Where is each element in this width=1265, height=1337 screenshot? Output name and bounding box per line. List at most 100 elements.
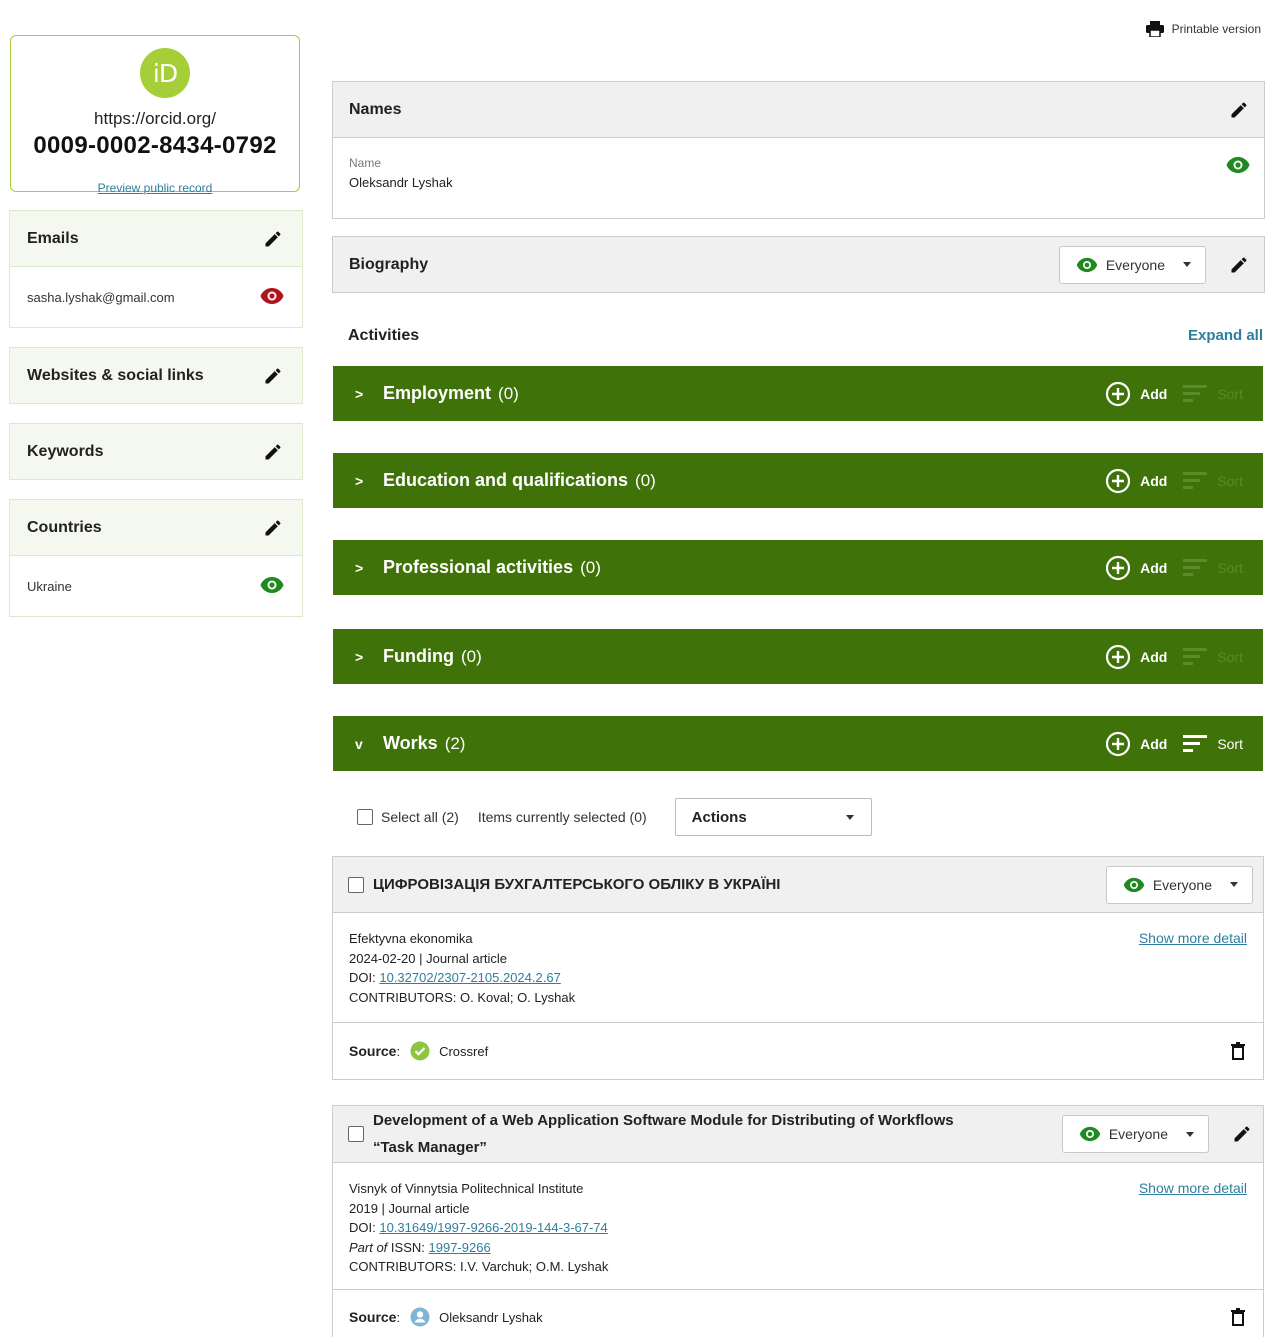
edit-work-pencil-icon[interactable] — [1231, 1123, 1253, 1145]
email-value: sasha.lyshak@gmail.com — [27, 289, 175, 305]
source-value: Oleksandr Lyshak — [439, 1309, 543, 1325]
actions-label: Actions — [691, 808, 747, 826]
sort-icon — [1183, 648, 1208, 665]
printable-version-link[interactable]: Printable version — [1145, 21, 1261, 37]
add-label: Add — [1140, 735, 1168, 752]
chevron-right-icon: > — [355, 648, 364, 665]
sort-label: Sort — [1217, 472, 1243, 489]
source-label: Source — [349, 1309, 397, 1325]
work-date-type: 2024-02-20 | Journal article — [349, 950, 508, 966]
sort-button[interactable]: Sort — [1183, 648, 1243, 665]
sort-label: Sort — [1217, 648, 1243, 665]
doi-link[interactable]: 10.31649/1997-9266-2019-144-3-67-74 — [379, 1220, 607, 1235]
visibility-everyone-eye-icon[interactable] — [1226, 156, 1250, 179]
items-selected-label: Items currently selected (0) — [477, 809, 647, 825]
verified-check-icon — [410, 1041, 430, 1061]
show-more-detail-link[interactable]: Show more detail — [1139, 1179, 1247, 1199]
visibility-everyone-eye-icon[interactable] — [260, 576, 284, 597]
work-select-checkbox[interactable] — [348, 1126, 364, 1142]
expand-all-link[interactable]: Expand all — [1188, 327, 1263, 344]
add-button[interactable]: Add — [1105, 381, 1167, 407]
sort-label: Sort — [1217, 735, 1243, 752]
plus-circle-icon — [1105, 381, 1131, 406]
doi-link[interactable]: 10.32702/2307-2105.2024.2.67 — [379, 970, 560, 985]
plus-circle-icon — [1105, 644, 1131, 669]
biography-title: Biography — [349, 255, 429, 273]
emails-section: Emails sasha.lyshak@gmail.com — [9, 210, 303, 328]
sort-button[interactable]: Sort — [1183, 472, 1243, 489]
work-card: ЦИФРОВІЗАЦІЯ БУХГАЛТЕРСЬКОГО ОБЛІКУ В УК… — [332, 856, 1264, 1080]
visibility-private-eye-icon[interactable] — [260, 287, 284, 308]
keywords-section: Keywords — [9, 423, 303, 480]
show-more-detail-link[interactable]: Show more detail — [1139, 929, 1247, 949]
edit-biography-pencil-icon[interactable] — [1228, 254, 1250, 276]
biography-section: Biography Everyone — [332, 236, 1265, 293]
chevron-right-icon: > — [355, 472, 364, 489]
edit-keywords-pencil-icon[interactable] — [262, 441, 284, 463]
add-button[interactable]: Add — [1105, 468, 1167, 494]
sort-button[interactable]: Sort — [1183, 735, 1243, 752]
activity-works-bar[interactable]: v Works (2) Add Sort — [333, 716, 1263, 771]
plus-circle-icon — [1105, 731, 1131, 756]
caret-down-icon — [1183, 262, 1191, 267]
sort-icon — [1183, 472, 1208, 489]
work-visibility-dropdown[interactable]: Everyone — [1105, 865, 1253, 904]
work-doi-row: DOI: 10.31649/1997-9266-2019-144-3-67-74 — [349, 1220, 608, 1235]
work-journal: Efektyvna ekonomika — [349, 931, 473, 946]
work-card: Development of a Web Application Softwar… — [332, 1105, 1264, 1337]
work-part-of-row: Part of ISSN: 1997-9266 — [349, 1239, 491, 1255]
activity-title: Education and qualifications — [383, 470, 629, 490]
orcid-id-number: 0009-0002-8434-0792 — [33, 132, 277, 159]
edit-names-pencil-icon[interactable] — [1228, 99, 1250, 121]
edit-websites-pencil-icon[interactable] — [262, 365, 284, 387]
chevron-down-icon: v — [355, 735, 363, 752]
edit-countries-pencil-icon[interactable] — [262, 517, 284, 539]
country-value: Ukraine — [27, 578, 72, 594]
issn-link[interactable]: 1997-9266 — [429, 1240, 491, 1255]
work-visibility-dropdown[interactable]: Everyone — [1061, 1115, 1209, 1153]
names-title: Names — [349, 100, 402, 118]
source-colon: : — [396, 1043, 401, 1059]
sort-button[interactable]: Sort — [1183, 559, 1243, 576]
add-button[interactable]: Add — [1105, 644, 1167, 670]
source-colon: : — [396, 1309, 401, 1325]
work-doi-row: DOI: 10.32702/2307-2105.2024.2.67 — [349, 970, 561, 985]
sort-button[interactable]: Sort — [1183, 385, 1243, 402]
eye-icon — [1079, 1126, 1101, 1142]
work-contributors: CONTRIBUTORS: O. Koval; O. Lyshak — [349, 989, 576, 1005]
edit-emails-pencil-icon[interactable] — [262, 228, 284, 250]
visibility-label: Everyone — [1105, 256, 1165, 273]
activity-title: Professional activities — [383, 557, 574, 577]
source-label: Source — [349, 1043, 397, 1059]
work-journal: Visnyk of Vinnytsia Politechnical Instit… — [349, 1181, 584, 1196]
sort-icon — [1183, 559, 1208, 576]
activity-count: (0) — [460, 646, 482, 666]
activity-funding-bar[interactable]: > Funding (0) Add Sort — [333, 629, 1263, 684]
add-label: Add — [1140, 648, 1168, 665]
name-value: Oleksandr Lyshak — [349, 175, 453, 190]
trash-icon[interactable] — [1231, 1042, 1245, 1060]
actions-dropdown[interactable]: Actions — [674, 798, 872, 836]
work-select-checkbox[interactable] — [348, 876, 364, 893]
preview-public-record-link[interactable]: Preview public record — [21, 181, 289, 195]
activity-professional-bar[interactable]: > Professional activities (0) Add Sort — [333, 540, 1263, 595]
activity-education-bar[interactable]: > Education and qualifications (0) Add S… — [333, 453, 1263, 508]
visibility-label: Everyone — [1108, 1126, 1168, 1142]
activity-count: (0) — [498, 383, 519, 403]
activity-employment-bar[interactable]: > Employment (0) Add Sort — [333, 366, 1263, 421]
caret-down-icon — [845, 814, 854, 820]
keywords-title: Keywords — [27, 442, 104, 460]
add-button[interactable]: Add — [1105, 731, 1167, 757]
trash-icon[interactable] — [1231, 1308, 1245, 1326]
work-title: ЦИФРОВІЗАЦІЯ БУХГАЛТЕРСЬКОГО ОБЛІКУ В УК… — [373, 876, 781, 893]
select-all-label: Select all (2) — [381, 809, 459, 825]
eye-icon — [1076, 257, 1098, 272]
orcid-logo-icon: iD — [140, 48, 190, 98]
select-all-checkbox[interactable] — [357, 809, 373, 825]
caret-down-icon — [1230, 882, 1238, 887]
websites-title: Websites & social links — [27, 366, 204, 384]
add-button[interactable]: Add — [1105, 555, 1167, 581]
printable-version-label: Printable version — [1171, 22, 1261, 36]
name-field-label: Name — [349, 156, 382, 170]
biography-visibility-dropdown[interactable]: Everyone — [1058, 245, 1206, 284]
